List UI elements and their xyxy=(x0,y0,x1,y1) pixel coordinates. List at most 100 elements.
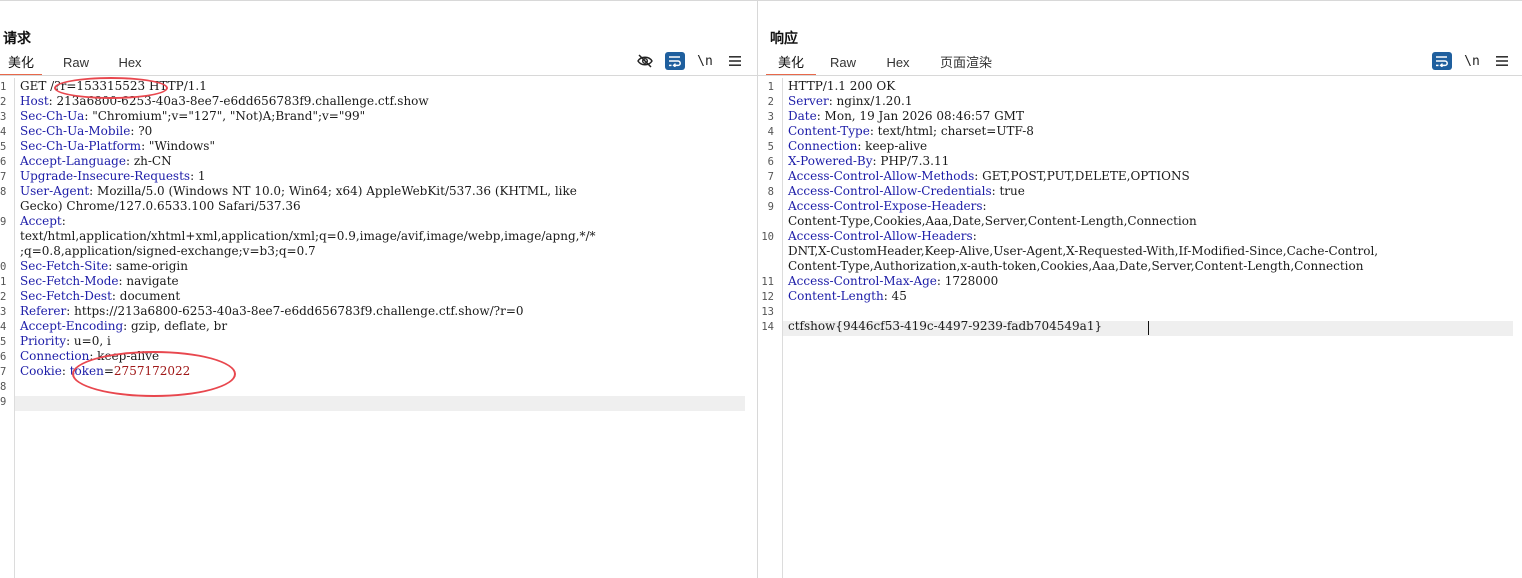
code-line: Access-Control-Expose-Headers: xyxy=(788,199,987,214)
line-number: 1 xyxy=(767,81,774,93)
request-title: 请求 xyxy=(3,30,31,46)
header-name: token xyxy=(69,364,104,378)
line-number: 10 xyxy=(761,231,774,243)
tab-render[interactable]: 页面渲染 xyxy=(934,53,998,74)
header-value: 2757172022 xyxy=(113,364,191,378)
menu-icon xyxy=(1496,56,1508,66)
header-name: Referer xyxy=(20,304,67,318)
header-name: Accept xyxy=(20,214,62,228)
tab-hex[interactable]: Hex xyxy=(113,53,147,74)
code-line: Connection: keep-alive xyxy=(20,349,159,364)
header-value: : xyxy=(972,229,977,243)
code-line: Access-Control-Allow-Headers: xyxy=(788,229,977,244)
code-line: HTTP/1.1 200 OK xyxy=(788,79,895,94)
code-line: Host: 213a6800-6253-40a3-8ee7-e6dd656783… xyxy=(20,94,429,109)
header-value: : Mozilla/5.0 (Windows NT 10.0; Win64; x… xyxy=(89,184,577,198)
request-pane: 请求 美化 Raw Hex \n 1 2 3 4 5 6 7 8 9 0 1 2 3 4 5 6 7 8 9 GET… xyxy=(0,0,758,578)
line-number: 5 xyxy=(0,141,7,153)
line-number: 4 xyxy=(767,126,774,138)
request-menu-button[interactable] xyxy=(725,52,745,70)
line-number: 8 xyxy=(767,186,774,198)
header-value: : text/html; charset=UTF-8 xyxy=(869,124,1034,138)
code-line: Sec-Ch-Ua-Mobile: ?0 xyxy=(20,124,152,139)
tab-raw[interactable]: Raw xyxy=(825,53,861,74)
header-value: : document xyxy=(111,289,181,303)
line-number: 1 xyxy=(0,276,7,288)
code-line: DNT,X-CustomHeader,Keep-Alive,User-Agent… xyxy=(788,244,1378,259)
header-value: : xyxy=(61,364,70,378)
header-value: : "Windows" xyxy=(141,139,215,153)
header-value: : 1 xyxy=(190,169,206,183)
code-line: Upgrade-Insecure-Requests: 1 xyxy=(20,169,206,184)
code-line: Gecko) Chrome/127.0.6533.100 Safari/537.… xyxy=(20,199,301,214)
code-line: X-Powered-By: PHP/7.3.11 xyxy=(788,154,949,169)
response-menu-button[interactable] xyxy=(1492,52,1512,70)
menu-icon xyxy=(729,56,741,66)
line-number: 1 xyxy=(0,81,7,93)
header-name: Sec-Ch-Ua xyxy=(20,109,85,123)
header-value: : u=0, i xyxy=(66,334,111,348)
code-line: Sec-Fetch-Dest: document xyxy=(20,289,180,304)
wrap-lines-button[interactable] xyxy=(1432,52,1452,70)
newline-icon: \n xyxy=(697,53,713,69)
code-line: Content-Length: 45 xyxy=(788,289,907,304)
code-line: ;q=0.8,application/signed-exchange;v=b3;… xyxy=(20,244,316,259)
header-name: Cookie xyxy=(20,364,62,378)
code-line: Sec-Fetch-Site: same-origin xyxy=(20,259,188,274)
show-newlines-button[interactable]: \n xyxy=(1462,52,1482,70)
newline-icon: \n xyxy=(1464,53,1480,69)
header-value: Gecko) Chrome/127.0.6533.100 Safari/537.… xyxy=(20,199,301,213)
line-number: 3 xyxy=(0,111,7,123)
code-line: Server: nginx/1.20.1 xyxy=(788,94,913,109)
eye-slash-icon xyxy=(637,54,653,68)
wrap-icon xyxy=(1436,56,1448,67)
line-number: 8 xyxy=(0,381,7,393)
header-value: : xyxy=(982,199,987,213)
line-number: 2 xyxy=(767,96,774,108)
header-value: : ?0 xyxy=(130,124,153,138)
header-name: Sec-Fetch-Site xyxy=(20,259,109,273)
hide-nonprintable-button[interactable] xyxy=(635,52,655,70)
header-name: Sec-Ch-Ua-Mobile xyxy=(20,124,131,138)
line-number: 0 xyxy=(0,261,7,273)
header-name: Accept-Encoding xyxy=(20,319,124,333)
tab-pretty[interactable]: 美化 xyxy=(0,53,42,76)
header-value: : keep-alive xyxy=(857,139,928,153)
response-editor[interactable]: 1 2 3 4 5 6 7 8 9 10 11 12 13 14 HTTP/1.1 200 OK Serve… xyxy=(758,78,1522,578)
header-value: HTTP/1.1 200 OK xyxy=(788,79,896,93)
request-editor[interactable]: 1 2 3 4 5 6 7 8 9 0 1 2 3 4 5 6 7 8 9 GET /?r=153315523 HT… xyxy=(0,77,757,578)
header-name: X-Powered-By xyxy=(788,154,873,168)
header-value: : https://213a6800-6253-40a3-8ee7-e6dd65… xyxy=(66,304,524,318)
response-pane: 响应 美化 Raw Hex 页面渲染 \n 1 2 3 4 5 6 7 8 9 10 11 12 13 1… xyxy=(758,0,1522,578)
header-value: : keep-alive xyxy=(89,349,160,363)
header-value: : "Chromium";v="127", "Not)A;Brand";v="9… xyxy=(84,109,366,123)
line-number: 3 xyxy=(767,111,774,123)
tab-hex[interactable]: Hex xyxy=(881,53,915,74)
code-line: Cookie: token=2757172022 xyxy=(20,364,190,379)
code-line: Content-Type,Authorization,x-auth-token,… xyxy=(788,259,1363,274)
header-name: Connection xyxy=(788,139,858,153)
code-line: Access-Control-Allow-Credentials: true xyxy=(788,184,1025,199)
line-number: 4 xyxy=(0,321,7,333)
tab-pretty[interactable]: 美化 xyxy=(766,53,816,76)
line-number: 13 xyxy=(761,306,774,318)
header-value: : gzip, deflate, br xyxy=(123,319,228,333)
header-value: : PHP/7.3.11 xyxy=(872,154,950,168)
response-code[interactable]: HTTP/1.1 200 OK Server: nginx/1.20.1 Date:… xyxy=(788,78,1522,578)
line-number: 3 xyxy=(0,306,7,318)
tab-raw[interactable]: Raw xyxy=(58,53,94,74)
header-value: : true xyxy=(991,184,1025,198)
header-name: Access-Control-Expose-Headers xyxy=(788,199,983,213)
show-newlines-button[interactable]: \n xyxy=(695,52,715,70)
line-number: 9 xyxy=(0,216,7,228)
header-name: Date xyxy=(788,109,817,123)
wrap-lines-button[interactable] xyxy=(665,52,685,70)
line-number: 4 xyxy=(0,126,7,138)
line-number: 8 xyxy=(0,186,7,198)
line-number: 14 xyxy=(761,321,774,333)
request-code[interactable]: GET /?r=153315523 HTTP/1.1 Host: 213a6800… xyxy=(20,78,757,578)
header-name: Sec-Ch-Ua-Platform xyxy=(20,139,142,153)
code-line: Content-Type,Cookies,Aaa,Date,Server,Con… xyxy=(788,214,1197,229)
header-name: Content-Type xyxy=(788,124,870,138)
header-value: = xyxy=(103,364,114,378)
